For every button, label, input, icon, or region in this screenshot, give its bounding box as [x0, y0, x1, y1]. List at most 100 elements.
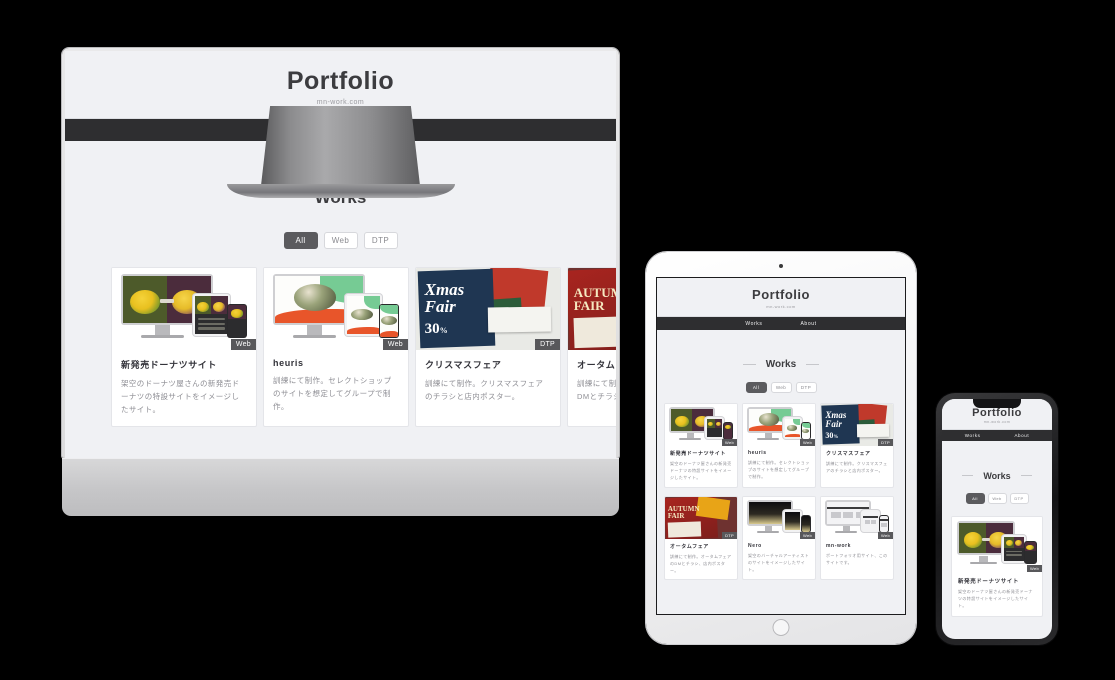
- work-description: 訓練にて制作。セレクトショップのサイトを想定してグループで制作。: [273, 375, 392, 411]
- work-thumbnail: Web: [743, 496, 815, 539]
- work-card-body: オータムフェア 訓練にて制作。オータムフェアのDMとチラシ、店内ポスター。: [665, 539, 737, 580]
- work-card[interactable]: Web 新発売ドーナツサイト 架空のドーナツ屋さんの新発売ドーナツの特設サイトを…: [111, 266, 257, 427]
- filter-group[interactable]: All Web DTP: [657, 382, 905, 393]
- work-card[interactable]: Xmas Fair 30% DTP クリスマスフェア 訓練にて制作。クリスマスフェ…: [820, 403, 894, 488]
- tablet-shape: [344, 293, 383, 337]
- filter-all-button[interactable]: All: [965, 493, 985, 504]
- site-tablet: Portfolio mn-work.com Works About Works: [657, 278, 905, 614]
- brand-title: Portfolio: [972, 407, 1022, 419]
- monitor-stand-shape: [155, 324, 170, 335]
- work-badge: DTP: [878, 439, 893, 446]
- donut-site-mockup-art: [952, 517, 1042, 572]
- filter-web-button[interactable]: Web: [323, 231, 358, 249]
- work-badge: Web: [382, 338, 408, 350]
- work-card-body: heuris 訓練にて制作。セレクトショップのサイトを想定してグループで制作。: [743, 446, 815, 486]
- brand-subtitle: mn-work.com: [983, 420, 1011, 424]
- filter-web-button[interactable]: Web: [987, 493, 1007, 504]
- work-badge: Web: [799, 439, 815, 446]
- tablet-body: Portfolio mn-work.com Works About Works: [646, 252, 916, 644]
- work-description: 訓練にて制作。セレクトショップのサイトを想定してグループで制作。: [748, 460, 810, 480]
- work-card[interactable]: Web Nero 架空のバーチャルアーティストのサイトをイメージしたサイト。: [742, 495, 816, 581]
- work-description: 訓練にて制作。クリスマスフェアのチラシと店内ポスター。: [425, 378, 544, 401]
- work-card-body: 新発売ドーナツサイト 架空のドーナツ屋さんの新発売ドーナツの特設サイトをイメージ…: [665, 446, 737, 487]
- work-thumbnail: Web: [952, 517, 1042, 572]
- work-card[interactable]: Web 新発売ドーナツサイト 架空のドーナツ屋さんの新発売ドーナツの特設サイトを…: [951, 516, 1043, 617]
- work-badge: Web: [230, 338, 256, 350]
- rule-left-icon: [742, 364, 756, 365]
- nav-item-works[interactable]: Works: [965, 433, 981, 438]
- site-nav[interactable]: Works About: [942, 430, 1052, 441]
- rule-left-icon: [962, 475, 974, 476]
- work-thumbnail: Web: [665, 404, 737, 446]
- work-title: 新発売ドーナツサイト: [958, 579, 1020, 585]
- nav-item-about[interactable]: About: [801, 321, 817, 327]
- work-description: 訓練にて制作。オータムフェアのDMとチラシ、店内ポスター。: [577, 378, 616, 401]
- work-title: mn-work: [826, 542, 852, 549]
- work-card-body: オータムフェア 訓練にて制作。オータムフェアのDMとチラシ、店内ポスター。: [568, 350, 616, 413]
- work-title: クリスマスフェア: [826, 451, 871, 457]
- monitor-base-shape: [140, 334, 184, 338]
- nav-item-about[interactable]: About: [1014, 433, 1029, 438]
- filter-group[interactable]: All Web DTP: [65, 231, 616, 249]
- filter-web-button[interactable]: Web: [770, 382, 792, 393]
- section-heading-label: Works: [765, 359, 797, 370]
- work-title: heuris: [748, 450, 767, 456]
- filter-group[interactable]: All Web DTP: [942, 493, 1052, 504]
- work-card[interactable]: Web heuris 訓練にて制作。セレクトショップのサイトを想定してグループで…: [742, 403, 816, 488]
- work-card-body: 新発売ドーナツサイト 架空のドーナツ屋さんの新発売ドーナツの特設サイトをイメージ…: [952, 572, 1042, 616]
- works-grid: Web 新発売ドーナツサイト 架空のドーナツ屋さんの新発売ドーナツの特設サイトを…: [951, 516, 1043, 617]
- rule-right-icon: [1020, 475, 1032, 476]
- tablet-device-mockup: Portfolio mn-work.com Works About Works: [646, 252, 916, 644]
- monitor-base-shape: [292, 334, 336, 338]
- brand-title: Portfolio: [752, 287, 810, 302]
- xmas-flyer-art: Xmas Fair 30%: [416, 267, 560, 350]
- work-card[interactable]: Web heuris 訓練にて制作。セレクトショップのサイトを想定してグループで…: [263, 266, 409, 427]
- donut-site-mockup-art: [112, 267, 256, 350]
- section-heading: Works: [742, 359, 820, 370]
- nav-item-works[interactable]: Works: [745, 321, 762, 327]
- work-badge: Web: [1026, 565, 1042, 572]
- work-title: オータムフェア: [577, 359, 616, 370]
- mockup-stage: Portfolio mn-work.com Works About Works: [0, 0, 1115, 680]
- phone-shape: [379, 303, 400, 339]
- monitor-stand-shape: [307, 324, 322, 335]
- brand-subtitle: mn-work.com: [316, 99, 365, 106]
- works-grid: Web 新発売ドーナツサイト 架空のドーナツ屋さんの新発売ドーナツの特設サイトを…: [111, 266, 616, 427]
- heuris-site-mockup-art: [264, 267, 408, 350]
- phone-body: Portfolio mn-work.com Works About Works: [936, 393, 1058, 645]
- work-card[interactable]: AUTUMNFAIR DTP オータムフェア 訓練にて制作。オータムフェアのDM…: [664, 495, 738, 581]
- filter-dtp-button[interactable]: DTP: [1009, 493, 1029, 504]
- work-badge: Web: [721, 439, 737, 446]
- work-thumbnail: Web: [264, 267, 408, 350]
- work-card[interactable]: Xmas Fair 30% DTP クリスマスフェア 訓練にて制作。クリスマスフェ…: [415, 266, 561, 427]
- filter-dtp-button[interactable]: DTP: [795, 382, 817, 393]
- work-thumbnail: Web: [112, 267, 256, 350]
- work-card[interactable]: AUTUMNFAIR DTP オータムフェア 訓練にて制作。オータムフェアのDM…: [567, 266, 616, 427]
- work-title: オータムフェア: [670, 543, 709, 550]
- work-card-body: クリスマスフェア 訓練にて制作。クリスマスフェアのチラシと店内ポスター。: [821, 446, 893, 479]
- camera-icon: [779, 264, 783, 268]
- work-card[interactable]: Web 新発売ドーナツサイト 架空のドーナツ屋さんの新発売ドーナツの特設サイトを…: [664, 403, 738, 488]
- desktop-stand-neck: [260, 106, 421, 190]
- filter-dtp-button[interactable]: DTP: [363, 231, 398, 249]
- desktop-device-mockup: Portfolio mn-work.com Works About Works: [62, 48, 619, 516]
- phone-device-mockup: Portfolio mn-work.com Works About Works: [936, 393, 1058, 645]
- home-button-icon[interactable]: [772, 619, 790, 636]
- tablet-screen: Portfolio mn-work.com Works About Works: [657, 278, 905, 614]
- work-thumbnail: Web: [743, 404, 815, 446]
- site-header: Portfolio mn-work.com: [657, 278, 905, 317]
- site-nav[interactable]: Works About: [657, 317, 905, 330]
- section-heading: Works: [962, 470, 1032, 481]
- section-heading-wrap: Works: [942, 463, 1052, 481]
- section-heading-label: Works: [983, 470, 1011, 481]
- work-description: 架空のドーナツ屋さんの新発売ドーナツの特設サイトをイメージしたサイト。: [958, 589, 1033, 609]
- work-card-body: heuris 訓練にて制作。セレクトショップのサイトを想定してグループで制作。: [264, 350, 408, 423]
- work-badge: DTP: [722, 531, 737, 539]
- work-badge: Web: [877, 531, 893, 539]
- work-card[interactable]: Web mn-work ポートフォリオ用サイト、このサイトです。: [820, 495, 894, 581]
- filter-all-button[interactable]: All: [283, 231, 318, 249]
- site-phone: Portfolio mn-work.com Works About Works: [942, 399, 1052, 639]
- work-card-body: Nero 架空のバーチャルアーティストのサイトをイメージしたサイト。: [743, 539, 815, 579]
- filter-all-button[interactable]: All: [745, 382, 767, 393]
- work-description: 訓練にて制作。オータムフェアのDMとチラシ、店内ポスター。: [670, 553, 732, 573]
